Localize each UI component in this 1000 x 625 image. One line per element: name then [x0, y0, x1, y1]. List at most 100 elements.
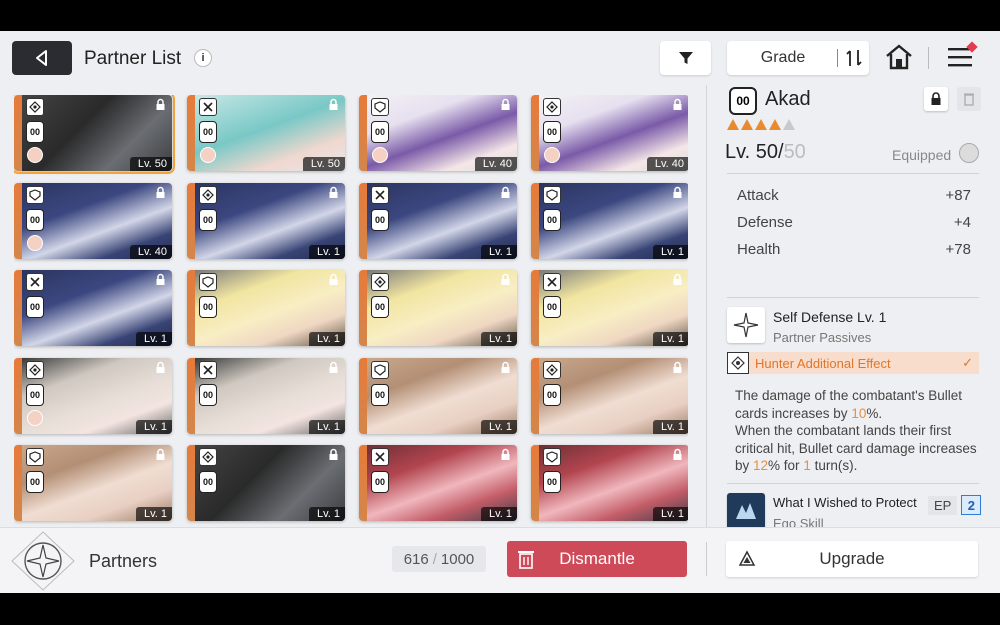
partner-card[interactable]: 00 Lv. 1	[531, 357, 688, 434]
partner-level-label: Lv. 1	[652, 419, 688, 434]
partner-card[interactable]: 00 Lv. 50	[187, 95, 345, 171]
partner-count: 616/1000	[392, 546, 486, 572]
ego-skill-icon[interactable]	[727, 493, 765, 527]
sort-divider	[837, 49, 838, 67]
partner-card[interactable]: 00 Lv. 1	[187, 182, 345, 259]
partner-card[interactable]: 00 Lv. 1	[359, 357, 517, 434]
lock-icon	[329, 98, 338, 110]
hunter-class-icon	[543, 98, 561, 116]
partner-level-label: Lv. 1	[652, 507, 688, 521]
partner-level-label: Lv. 40	[129, 244, 172, 259]
stat-row: Defense +4	[737, 214, 971, 231]
partner-card[interactable]: 00 Lv. 50	[14, 95, 175, 174]
passive-skill-icon[interactable]	[727, 307, 765, 343]
owner-avatar	[27, 234, 43, 251]
header-divider	[928, 47, 929, 69]
lock-button[interactable]	[924, 87, 948, 111]
partner-card[interactable]: 00 Lv. 1	[14, 357, 172, 434]
striker-class-icon	[199, 98, 217, 116]
partner-card[interactable]: 00 Lv. 1	[359, 182, 517, 259]
ego-badge: 00	[729, 87, 757, 115]
partner-card[interactable]: 00 Lv. 1	[531, 445, 688, 521]
partner-level-label: Lv. 1	[135, 332, 172, 346]
rarity-strip	[531, 445, 539, 521]
sort-order-icon[interactable]	[845, 48, 863, 68]
upgrade-label: Upgrade	[819, 549, 885, 568]
partner-card[interactable]: 00 Lv. 1	[187, 357, 345, 434]
skill-description: The damage of the combatant's Bullet car…	[735, 387, 981, 475]
ego-tag: 00	[543, 121, 561, 143]
page-title: Partner List	[84, 48, 182, 69]
passive-skill-name: Self Defense Lv. 1	[773, 309, 887, 325]
lock-icon	[673, 98, 682, 110]
partner-card[interactable]: 00 Lv. 40	[531, 95, 688, 171]
dismantle-button[interactable]: Dismantle	[507, 541, 687, 577]
lock-icon	[931, 92, 941, 105]
lock-icon	[501, 186, 510, 198]
rarity-strip	[359, 270, 367, 346]
home-icon[interactable]	[884, 43, 914, 71]
ego-tag: 00	[199, 383, 217, 406]
partner-level-label: Lv. 1	[480, 419, 517, 434]
divider	[727, 483, 979, 484]
partner-card[interactable]: 00 Lv. 1	[187, 270, 345, 346]
lock-icon	[501, 273, 510, 285]
trash-button[interactable]	[957, 87, 981, 111]
partner-detail-panel: 00 Akad Lv. 50/50 Equipped Attack +87 Defe…	[706, 85, 1000, 527]
partner-card[interactable]: 00 Lv. 1	[359, 270, 517, 346]
back-button[interactable]	[12, 41, 72, 75]
ego-tag: 00	[543, 296, 561, 318]
upgrade-button[interactable]: Upgrade	[726, 541, 978, 577]
desc-text: turn(s).	[810, 458, 858, 473]
trash-icon	[964, 93, 974, 106]
hunter-class-icon	[199, 185, 217, 204]
ego-tag: 00	[543, 383, 561, 406]
rarity-strip	[187, 357, 195, 434]
partner-card[interactable]: 00 Lv. 40	[14, 182, 172, 259]
partner-level-label: Lv. 50	[302, 157, 345, 171]
rarity-strip	[14, 357, 22, 434]
striker-class-icon	[371, 185, 389, 204]
partner-card[interactable]: 00 Lv. 1	[531, 182, 688, 259]
ep-value: 2	[961, 495, 982, 515]
partner-card[interactable]: 00 Lv. 1	[359, 445, 517, 521]
star-icon	[727, 119, 739, 130]
dismantle-label: Dismantle	[559, 549, 635, 568]
sort-grade-button[interactable]: Grade	[727, 41, 869, 75]
owner-avatar	[200, 147, 216, 163]
stat-row: Health +78	[737, 241, 971, 258]
lock-icon	[329, 361, 338, 373]
level-current: Lv. 50/	[725, 141, 784, 163]
partner-level-label: Lv. 40	[474, 157, 517, 171]
lock-icon	[156, 361, 165, 373]
partner-card[interactable]: 00 Lv. 40	[359, 95, 517, 171]
lock-icon	[329, 186, 338, 198]
partner-card[interactable]: 00 Lv. 1	[187, 445, 345, 521]
hunter-class-icon	[26, 98, 44, 116]
ego-tag: 00	[543, 471, 561, 493]
ego-skill-type: Ego Skill	[773, 516, 824, 527]
lock-icon	[156, 98, 165, 110]
stat-label: Defense	[737, 214, 793, 231]
lock-icon	[156, 186, 165, 198]
partner-level-label: Lv. 1	[308, 507, 345, 521]
partners-label: Partners	[89, 551, 158, 571]
partner-card[interactable]: 00 Lv. 1	[14, 270, 172, 346]
filter-button[interactable]	[660, 41, 711, 75]
info-icon[interactable]: i	[194, 49, 212, 67]
striker-class-icon	[371, 448, 389, 466]
ego-tag: 00	[199, 121, 217, 143]
partner-card[interactable]: 00 Lv. 1	[14, 445, 172, 521]
partner-grid: 00 Lv. 50 00 Lv. 50 00 Lv. 40 00 Lv. 40 00 Lv. 40…	[14, 95, 688, 527]
count-max: 1000	[440, 550, 475, 568]
hunter-effect-bar[interactable]: Hunter Additional Effect ✓	[727, 352, 979, 374]
hunter-class-icon	[199, 448, 217, 466]
hunter-class-icon	[371, 273, 389, 291]
owner-avatar	[544, 147, 560, 163]
shield-class-icon	[543, 185, 561, 204]
shield-class-icon	[543, 448, 561, 466]
partner-level-label: Lv. 1	[308, 419, 345, 434]
lock-icon	[501, 361, 510, 373]
partner-card[interactable]: 00 Lv. 1	[531, 270, 688, 346]
desc-text: %.	[866, 405, 883, 421]
